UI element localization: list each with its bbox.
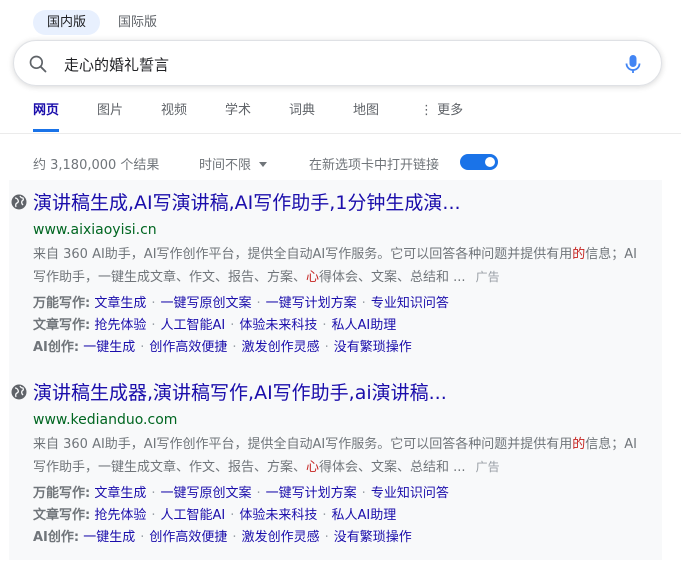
tab-more[interactable]: ⋮ 更多 <box>420 103 463 133</box>
globe-icon <box>11 194 27 210</box>
new-tab-toggle[interactable] <box>460 154 498 170</box>
result-url[interactable]: www.aixiaoyisi.cn <box>33 222 157 238</box>
region-tabs: 国内版 国际版 <box>33 10 171 35</box>
ad-label: 广告 <box>475 460 500 474</box>
sitelink[interactable]: 一键写原创文案 <box>161 486 252 501</box>
sitelink[interactable]: 专业知识问答 <box>371 486 449 501</box>
result-snippet: 来自 360 AI助手，AI写作创作平台，提供全自动AI写作服务。它可以回答各种… <box>33 244 639 289</box>
sitelink[interactable]: 专业知识问答 <box>371 296 449 311</box>
sitelink-row-label: 文章写作: <box>33 318 91 333</box>
sitelink[interactable]: 体验未来科技 <box>239 318 317 333</box>
sitelink-row: 文章写作: 抢先体验 · 人工智能AI · 体验未来科技 · 私人AI助理 <box>33 318 397 333</box>
sitelink-row-label: 万能写作: <box>33 486 91 501</box>
result-title[interactable]: 演讲稿生成器,演讲稿写作,AI写作助手,ai演讲稿... <box>33 378 447 405</box>
snippet-text: 得体会、文案、总结和 ... <box>319 270 466 285</box>
sitelink[interactable]: 一键生成 <box>83 340 135 355</box>
tab-videos[interactable]: 视频 <box>161 103 187 133</box>
tab-web[interactable]: 网页 <box>33 103 60 132</box>
sitelink[interactable]: 一键写原创文案 <box>161 296 252 311</box>
new-tab-label: 在新选项卡中打开链接 <box>309 158 440 173</box>
snippet-highlight: 的 <box>572 437 586 452</box>
sitelink[interactable]: 创作高效便捷 <box>149 530 227 545</box>
sitelink[interactable]: 文章生成 <box>94 296 146 311</box>
result-url[interactable]: www.kedianduo.com <box>33 412 177 428</box>
sitelink[interactable]: 文章生成 <box>94 486 146 501</box>
snippet-highlight: 的 <box>572 247 586 262</box>
search-box <box>13 40 662 86</box>
sitelink-row-label: 文章写作: <box>33 508 91 523</box>
sitelink[interactable]: 私人AI助理 <box>332 318 397 333</box>
sitelink[interactable]: 私人AI助理 <box>332 508 397 523</box>
sitelink[interactable]: 没有繁琐操作 <box>334 530 412 545</box>
sitelink[interactable]: 没有繁琐操作 <box>334 340 412 355</box>
sitelink-row-label: 万能写作: <box>33 296 91 311</box>
tab-maps[interactable]: 地图 <box>353 103 379 133</box>
region-tab-international[interactable]: 国际版 <box>104 10 171 35</box>
globe-icon <box>11 384 27 400</box>
sitelink[interactable]: 激发创作灵感 <box>242 340 320 355</box>
sitelink-row: AI创作: 一键生成 · 创作高效便捷 · 激发创作灵感 · 没有繁琐操作 <box>33 530 412 545</box>
sitelink[interactable]: 创作高效便捷 <box>149 340 227 355</box>
sitelink-row-label: AI创作: <box>33 340 80 355</box>
result-title[interactable]: 演讲稿生成,AI写演讲稿,AI写作助手,1分钟生成演... <box>33 188 461 215</box>
sitelink[interactable]: 一键写计划方案 <box>266 486 357 501</box>
time-filter[interactable]: 时间不限 <box>199 154 268 173</box>
result-snippet: 来自 360 AI助手，AI写作创作平台，提供全自动AI写作服务。它可以回答各种… <box>33 434 639 479</box>
sitelink[interactable]: 人工智能AI <box>161 508 226 523</box>
sitelink[interactable]: 人工智能AI <box>161 318 226 333</box>
microphone-icon[interactable] <box>623 53 643 75</box>
sitelink[interactable]: 一键生成 <box>83 530 135 545</box>
sitelink[interactable]: 激发创作灵感 <box>242 530 320 545</box>
sitelink[interactable]: 抢先体验 <box>94 318 146 333</box>
sitelink-row: 万能写作: 文章生成 · 一键写原创文案 · 一键写计划方案 · 专业知识问答 <box>33 486 449 501</box>
snippet-text: 得体会、文案、总结和 ... <box>319 460 466 475</box>
sitelink-row-label: AI创作: <box>33 530 80 545</box>
time-filter-label: 时间不限 <box>199 158 252 173</box>
results-panel: 演讲稿生成,AI写演讲稿,AI写作助手,1分钟生成演... www.aixiao… <box>9 180 662 560</box>
search-input[interactable] <box>64 53 604 75</box>
search-icon[interactable] <box>28 54 48 74</box>
sitelink-row: 万能写作: 文章生成 · 一键写原创文案 · 一键写计划方案 · 专业知识问答 <box>33 296 449 311</box>
sitelink-row: AI创作: 一键生成 · 创作高效便捷 · 激发创作灵感 · 没有繁琐操作 <box>33 340 412 355</box>
caret-down-icon <box>259 162 268 167</box>
result-count: 约 3,180,000 个结果 <box>33 158 160 173</box>
vertical-nav: 网页 图片 视频 学术 词典 地图 ⋮ 更多 <box>0 96 681 134</box>
ad-label: 广告 <box>475 270 500 284</box>
snippet-highlight: 心 <box>306 270 320 285</box>
toggle-knob <box>485 157 495 167</box>
sitelink[interactable]: 一键写计划方案 <box>266 296 357 311</box>
sitelink[interactable]: 抢先体验 <box>94 508 146 523</box>
tab-images[interactable]: 图片 <box>97 103 123 133</box>
snippet-text: 来自 360 AI助手，AI写作创作平台，提供全自动AI写作服务。它可以回答各种… <box>33 437 573 452</box>
sitelink[interactable]: 体验未来科技 <box>239 508 317 523</box>
tab-dictionary[interactable]: 词典 <box>289 103 315 133</box>
sitelink-row: 文章写作: 抢先体验 · 人工智能AI · 体验未来科技 · 私人AI助理 <box>33 508 397 523</box>
snippet-text: 来自 360 AI助手，AI写作创作平台，提供全自动AI写作服务。它可以回答各种… <box>33 247 573 262</box>
region-tab-domestic[interactable]: 国内版 <box>33 10 101 35</box>
tab-academic[interactable]: 学术 <box>225 103 251 133</box>
snippet-highlight: 心 <box>306 460 320 475</box>
